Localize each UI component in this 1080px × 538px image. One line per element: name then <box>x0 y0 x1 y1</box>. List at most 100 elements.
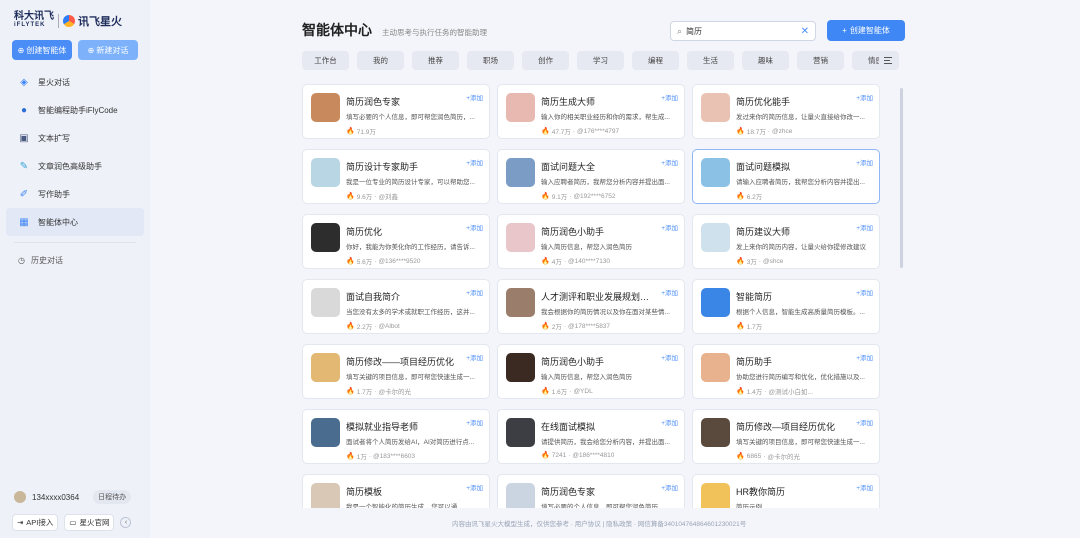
agent-card[interactable]: 简历润色小助手 输入简历信息，帮您入润色简历 🔥 1.6万 · @YDL +添加 <box>497 344 685 399</box>
tab-9[interactable]: 营销 <box>797 51 844 70</box>
tab-2[interactable]: 推荐 <box>412 51 459 70</box>
agent-card[interactable]: 简历优化 你好，我能为你美化你的工作经历，请告诉... 🔥 5.6万 · @136****… <box>302 214 490 269</box>
agent-card[interactable]: 简历设计专家助手 我是一位专业的简历设计专家，可以帮助您... 🔥 9.6万 · @刘鑫 +… <box>302 149 490 204</box>
add-agent-button[interactable]: +添加 <box>466 222 483 232</box>
add-agent-button[interactable]: +添加 <box>661 157 678 167</box>
add-agent-button[interactable]: +添加 <box>466 157 483 167</box>
add-agent-button[interactable]: +添加 <box>856 352 873 362</box>
fire-icon: 🔥 <box>736 323 745 330</box>
agent-card[interactable]: 面试问题模拟 请输入应聘者简历，我帮您分析内容并提出... 🔥 6.2万 +添加 <box>692 149 880 204</box>
add-agent-button[interactable]: +添加 <box>856 157 873 167</box>
sidebar-item-iflycode[interactable]: ● 智能编程助手iFlyCode <box>6 96 144 124</box>
tab-5[interactable]: 学习 <box>577 51 624 70</box>
agent-meta: 🔥 1.6万 · @YDL <box>541 386 678 397</box>
agent-card[interactable]: 简历润色专家 填写必要的个人信息，即可帮您润色简历 +添加 <box>497 474 685 508</box>
tab-3[interactable]: 职场 <box>467 51 514 70</box>
agent-card[interactable]: 简历建议大师 发上来你的简历内容，让量火给你提修改建议 🔥 3万 · @shce +添加 <box>692 214 880 269</box>
add-label: 添加 <box>860 420 873 427</box>
agent-meta: 🔥 1.7万 · @卡尔的光 <box>346 386 483 397</box>
meta-separator: · <box>764 387 767 395</box>
add-agent-button[interactable]: +添加 <box>856 92 873 102</box>
agent-title: 简历优化能手 <box>736 97 791 107</box>
brand-logo[interactable]: 科大讯飞 iFLYTEK 讯飞星火 <box>6 10 144 32</box>
tab-7[interactable]: 生活 <box>687 51 734 70</box>
agent-title: 简历修改—项目经历优化 <box>736 422 836 432</box>
agent-thumbnail <box>506 418 535 447</box>
agent-card[interactable]: 简历润色专家 填写必要的个人信息，即可帮您润色简历，... 🔥 71.9万 +添加 <box>302 84 490 139</box>
agent-description: 输入简历信息，帮您入润色简历 <box>541 244 632 251</box>
sidebar-item-spark-chat[interactable]: ◈ 星火对话 <box>6 68 144 96</box>
agent-card[interactable]: 人才测评和职业发展规划专家 我会根据你的简历情况以及你在面对某些情... 🔥 2万 · @… <box>497 279 685 334</box>
tab-8[interactable]: 趣味 <box>742 51 789 70</box>
agent-card[interactable]: 简历生成大师 输入你的相关职业经历和你的需求，帮生成... 🔥 47.7万 · @176*… <box>497 84 685 139</box>
sidebar-item-agent-center[interactable]: ▦ 智能体中心 <box>6 208 144 236</box>
api-link[interactable]: ⇥ API接入 <box>12 514 59 531</box>
agent-card[interactable]: 智能简历 根据个人信息，智能生成高质量简历模板。... 🔥 1.7万 +添加 <box>692 279 880 334</box>
add-agent-button[interactable]: +添加 <box>856 222 873 232</box>
sidebar-item-polish[interactable]: ✎ 文章润色高级助手 <box>6 152 144 180</box>
search-box[interactable]: ⌕ ✕ <box>670 21 816 41</box>
add-agent-button[interactable]: +添加 <box>661 417 678 427</box>
user-info[interactable]: 134xxxx0364 日程待办 <box>14 490 132 504</box>
agent-card[interactable]: 简历助手 协助您进行简历编写和优化，优化措施以及... 🔥 1.4万 · @测试小白如..… <box>692 344 880 399</box>
add-agent-button[interactable]: +添加 <box>856 482 873 492</box>
add-label: 添加 <box>470 225 483 232</box>
add-agent-button[interactable]: +添加 <box>661 482 678 492</box>
create-agent-header-button[interactable]: + 创建智能体 <box>827 20 905 41</box>
meta-separator: · <box>767 127 771 135</box>
agent-card-body: 简历润色专家 填写必要的个人信息，即可帮您润色简历，... 🔥 71.9万 <box>346 93 483 138</box>
fire-icon: 🔥 <box>346 323 355 330</box>
agent-thumbnail <box>311 353 340 382</box>
tab-4[interactable]: 创作 <box>522 51 569 70</box>
new-chat-button[interactable]: ⊕ 新建对话 <box>78 40 138 60</box>
meta-separator: · <box>374 387 377 395</box>
history-link[interactable]: ◷ 历史对话 <box>6 249 144 271</box>
fire-icon: 🔥 <box>541 258 550 265</box>
tab-6[interactable]: 编程 <box>632 51 679 70</box>
clear-search-icon[interactable]: ✕ <box>801 26 809 37</box>
add-agent-button[interactable]: +添加 <box>661 92 678 102</box>
add-agent-button[interactable]: +添加 <box>661 222 678 232</box>
agent-card[interactable]: 简历修改——项目经历优化 填写关键的项目信息，即可帮您快速生成一... 🔥 1.7万 ·… <box>302 344 490 399</box>
add-agent-button[interactable]: +添加 <box>466 352 483 362</box>
agent-description: 请输入应聘者简历，我帮您分析内容并提出... <box>736 179 865 186</box>
fire-icon: 🔥 <box>346 193 355 200</box>
add-agent-button[interactable]: +添加 <box>661 287 678 297</box>
agent-thumbnail <box>701 483 730 508</box>
agent-card[interactable]: 模拟就业指导老师 面试者将个人简历发给AI，AI对简历进行点... 🔥 1万 · @183… <box>302 409 490 464</box>
agent-card[interactable]: 在线面试模拟 请提供简历，我会给您分析内容，并提出面... 🔥 7241 · @186**… <box>497 409 685 464</box>
agent-description: 发上来你的简历内容，让量火给你提修改建议 <box>736 244 866 251</box>
collapse-sidebar-icon[interactable]: ‹ <box>120 517 132 528</box>
sidebar-item-writing[interactable]: ✐ 写作助手 <box>6 180 144 208</box>
agent-title: 简历设计专家助手 <box>346 162 419 172</box>
agent-author: @Albot <box>378 322 400 330</box>
agent-card[interactable]: 简历优化能手 发过来你的简历信息，让量火直接给你改一... 🔥 18.7万 · @zhce… <box>692 84 880 139</box>
more-categories-icon[interactable] <box>879 51 898 70</box>
add-agent-button[interactable]: +添加 <box>466 92 483 102</box>
sidebar-nav: ◈ 星火对话 ● 智能编程助手iFlyCode ▣ 文本扩写 ✎ 文章润色高级助… <box>6 68 144 236</box>
fire-icon: 🔥 <box>541 452 550 459</box>
schedule-badge[interactable]: 日程待办 <box>93 490 132 504</box>
website-link[interactable]: ▭ 星火官网 <box>64 514 115 531</box>
add-agent-button[interactable]: +添加 <box>466 482 483 492</box>
agent-description: 输入应聘者简历，我帮您分析内容并提出面... <box>541 179 670 186</box>
create-agent-button[interactable]: ⊕ 创建智能体 <box>12 40 72 60</box>
scrollbar[interactable] <box>900 88 903 268</box>
add-agent-button[interactable]: +添加 <box>856 417 873 427</box>
agent-card[interactable]: HR教你简历 简历示例 +添加 <box>692 474 880 508</box>
sidebar-item-text-expand[interactable]: ▣ 文本扩写 <box>6 124 144 152</box>
search-input[interactable] <box>686 26 787 36</box>
add-agent-button[interactable]: +添加 <box>466 417 483 427</box>
agent-card-body: 简历建议大师 发上来你的简历内容，让量火给你提修改建议 🔥 3万 · @shce <box>736 223 873 268</box>
agent-card[interactable]: 简历模板 我是一个智能化的简历生成... 您可以通... +添加 <box>302 474 490 508</box>
agent-card[interactable]: 面试自我简介 当您没有太多的学术或就职工作经历，这并... 🔥 2.2万 · @Albot… <box>302 279 490 334</box>
add-agent-button[interactable]: +添加 <box>856 287 873 297</box>
tab-1[interactable]: 我的 <box>357 51 404 70</box>
agent-card[interactable]: 简历修改—项目经历优化 填写关键的项目信息，即可帮您快速生成一... 🔥 6865 · @… <box>692 409 880 464</box>
add-agent-button[interactable]: +添加 <box>466 287 483 297</box>
fire-icon: 🔥 <box>541 193 550 200</box>
add-agent-button[interactable]: +添加 <box>661 352 678 362</box>
agent-card[interactable]: 面试问题大全 输入应聘者简历，我帮您分析内容并提出面... 🔥 9.1万 · @192**… <box>497 149 685 204</box>
agent-card[interactable]: 简历润色小助手 输入简历信息，帮您入润色简历 🔥 4万 · @140****7130 +添加 <box>497 214 685 269</box>
tab-0[interactable]: 工作台 <box>302 51 349 70</box>
